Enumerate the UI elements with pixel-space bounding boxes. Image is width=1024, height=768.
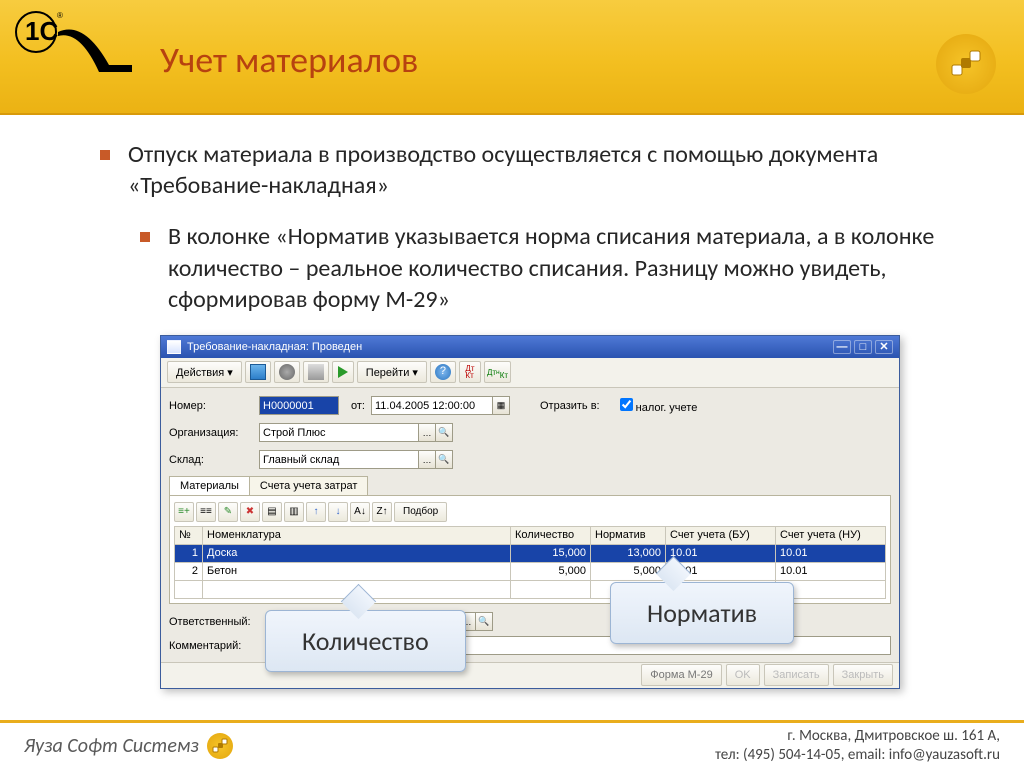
- edit-row-button[interactable]: ✎: [218, 502, 238, 522]
- tab-accounts[interactable]: Счета учета затрат: [249, 476, 368, 495]
- form-m29-button[interactable]: Форма М-29: [641, 664, 721, 686]
- warehouse-select-button[interactable]: …: [418, 450, 436, 469]
- bullet-item: Отпуск материала в производство осуществ…: [100, 139, 964, 201]
- bullet-text: Отпуск материала в производство осуществ…: [128, 139, 964, 201]
- slide-title: Учет материалов: [160, 38, 418, 82]
- maximize-button[interactable]: □: [854, 340, 872, 354]
- bullet-marker-icon: [140, 232, 150, 242]
- org-select-button[interactable]: …: [418, 423, 436, 442]
- window-title: Требование-накладная: Проведен: [187, 341, 362, 353]
- tab-materials[interactable]: Материалы: [169, 476, 250, 495]
- table-row[interactable]: 1 Доска 15,000 13,000 10.01 10.01: [175, 544, 886, 562]
- bullet-marker-icon: [100, 150, 110, 160]
- footer-contact: г. Москва, Дмитровское ш. 161 А, тел: (4…: [715, 727, 1000, 765]
- minimize-button[interactable]: —: [833, 340, 851, 354]
- delete-row-button[interactable]: ✖: [240, 502, 260, 522]
- bullet-text: В колонке «Норматив указывается норма сп…: [168, 221, 964, 315]
- number-input[interactable]: Н0000001: [259, 396, 339, 415]
- header-decor-icon: [936, 34, 996, 94]
- dt-kt-button[interactable]: ДтКт: [459, 361, 481, 383]
- warehouse-input[interactable]: Главный склад: [259, 450, 419, 469]
- move-down-button[interactable]: ↓: [328, 502, 348, 522]
- config-button[interactable]: [274, 361, 300, 383]
- footer-brand: Яуза Софт Системз: [24, 733, 233, 759]
- help-icon: ?: [435, 364, 451, 380]
- slide-footer: Яуза Софт Системз г. Москва, Дмитровское…: [0, 720, 1024, 768]
- main-toolbar: Действия ▾ Перейти ▾ ? ДтКт ДтнКт: [161, 358, 899, 388]
- sort-desc-button[interactable]: Z↑: [372, 502, 392, 522]
- col-n[interactable]: №: [175, 526, 203, 544]
- comment-label: Комментарий:: [169, 640, 269, 652]
- form-header: Номер: Н0000001 от: 11.04.2005 12:00:00 …: [161, 388, 899, 608]
- podbor-button[interactable]: Подбор: [394, 502, 447, 522]
- warehouse-open-button[interactable]: 🔍: [435, 450, 453, 469]
- responsible-open-button[interactable]: 🔍: [475, 612, 493, 631]
- col-qty[interactable]: Количество: [511, 526, 591, 544]
- footer-brand-icon: [207, 733, 233, 759]
- list-button[interactable]: ▤: [262, 502, 282, 522]
- write-button[interactable]: Записать: [764, 664, 829, 686]
- close-button[interactable]: ✕: [875, 340, 893, 354]
- footer-phone-email: тел: (495) 504-14-05, email: info@yauzas…: [715, 746, 1000, 765]
- col-norm[interactable]: Норматив: [591, 526, 666, 544]
- footer-brand-text: Яуза Софт Системз: [24, 734, 199, 758]
- org-input[interactable]: Строй Плюс: [259, 423, 419, 442]
- slide-body: Отпуск материала в производство осуществ…: [0, 115, 1024, 689]
- tax-checkbox[interactable]: [620, 398, 633, 411]
- copy-row-button[interactable]: ≡≡: [196, 502, 216, 522]
- responsible-label: Ответственный:: [169, 616, 269, 628]
- sort-asc-button[interactable]: A↓: [350, 502, 370, 522]
- date-input[interactable]: 11.04.2005 12:00:00: [371, 396, 493, 415]
- col-acc-nu[interactable]: Счет учета (НУ): [776, 526, 886, 544]
- gear-icon: [279, 364, 295, 380]
- col-acc-bu[interactable]: Счет учета (БУ): [666, 526, 776, 544]
- actions-menu[interactable]: Действия ▾: [167, 361, 242, 383]
- tax-label: налог. учете: [636, 402, 698, 414]
- list2-button[interactable]: ▥: [284, 502, 304, 522]
- col-nomenclature[interactable]: Номенклатура: [203, 526, 511, 544]
- titlebar: Требование-накладная: Проведен — □ ✕: [161, 336, 899, 358]
- date-label: от:: [351, 400, 365, 412]
- number-label: Номер:: [169, 400, 259, 412]
- callout-norm: Норматив: [610, 582, 794, 644]
- window-icon: [167, 340, 181, 354]
- save-button[interactable]: [245, 361, 271, 383]
- move-up-button[interactable]: ↑: [306, 502, 326, 522]
- svg-text:1C: 1C: [25, 16, 58, 46]
- date-picker-button[interactable]: ▦: [492, 396, 510, 415]
- close-form-button[interactable]: Закрыть: [833, 664, 893, 686]
- goto-menu[interactable]: Перейти ▾: [357, 361, 427, 383]
- org-open-button[interactable]: 🔍: [435, 423, 453, 442]
- svg-text:®: ®: [57, 11, 63, 20]
- slide-header: 1C® Учет материалов: [0, 0, 1024, 115]
- org-label: Организация:: [169, 427, 259, 439]
- print-button[interactable]: [303, 361, 329, 383]
- post-button[interactable]: [332, 361, 354, 383]
- bullet-item: В колонке «Норматив указывается норма сп…: [140, 221, 964, 315]
- callout-quantity: Количество: [265, 610, 466, 672]
- footer-address: г. Москва, Дмитровское ш. 161 А,: [715, 727, 1000, 746]
- table-row[interactable]: 2 Бетон 5,000 5,000 10.01 10.01: [175, 562, 886, 580]
- table-toolbar: ≡+ ≡≡ ✎ ✖ ▤ ▥ ↑ ↓ A↓ Z↑ Подбор: [174, 500, 886, 526]
- play-icon: [338, 366, 348, 378]
- reflect-label: Отразить в:: [540, 400, 600, 412]
- logo-1c: 1C®: [14, 10, 134, 88]
- dt-kt-n-button[interactable]: ДтнКт: [484, 361, 511, 383]
- print-icon: [308, 364, 324, 380]
- ok-button[interactable]: OK: [726, 664, 760, 686]
- help-button[interactable]: ?: [430, 361, 456, 383]
- tabs: Материалы Счета учета затрат: [169, 476, 891, 495]
- add-row-button[interactable]: ≡+: [174, 502, 194, 522]
- warehouse-label: Склад:: [169, 454, 259, 466]
- save-icon: [250, 364, 266, 380]
